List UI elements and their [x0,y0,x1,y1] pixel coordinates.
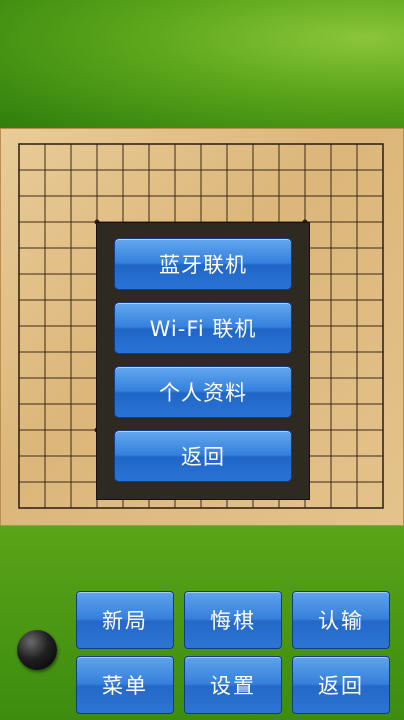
wifi-button[interactable]: Wi-Fi 联机 [114,302,292,354]
profile-button[interactable]: 个人资料 [114,366,292,418]
bluetooth-button[interactable]: 蓝牙联机 [114,238,292,290]
settings-button[interactable]: 设置 [184,656,282,714]
new-game-button[interactable]: 新局 [76,591,174,649]
undo-button[interactable]: 悔棋 [184,591,282,649]
player-stone-icon [17,630,57,670]
top-banner [0,0,404,128]
menu-button[interactable]: 菜单 [76,656,174,714]
menu-back-button[interactable]: 返回 [114,430,292,482]
resign-button[interactable]: 认输 [292,591,390,649]
back-button[interactable]: 返回 [292,656,390,714]
